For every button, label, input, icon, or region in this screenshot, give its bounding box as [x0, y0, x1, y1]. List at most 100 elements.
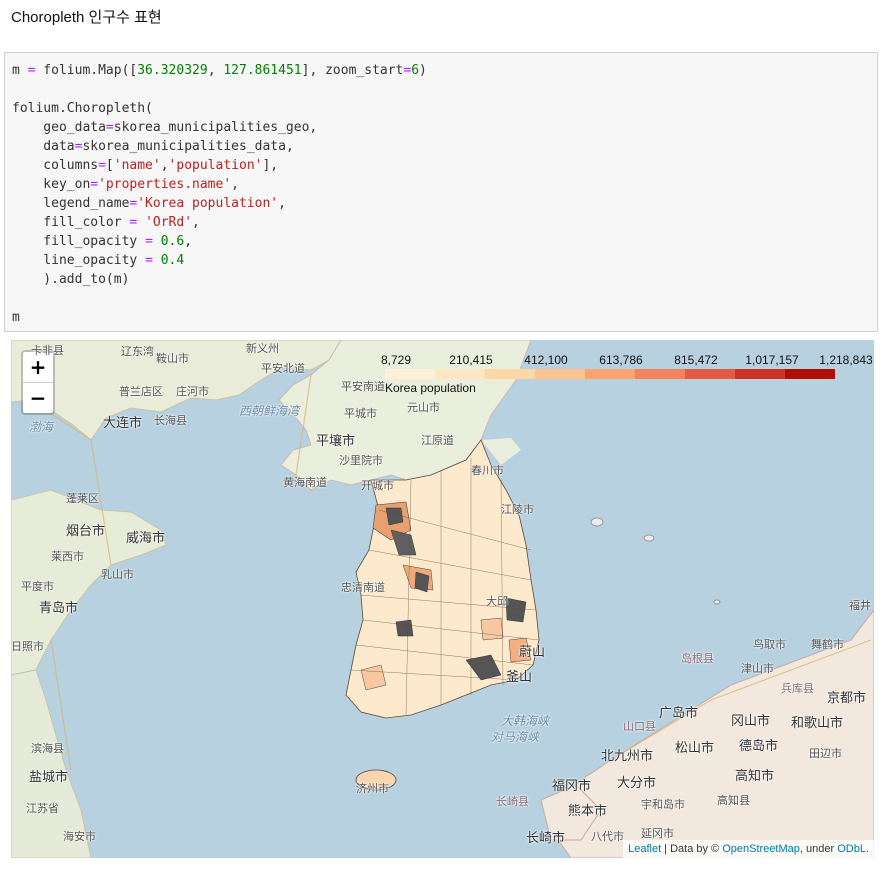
map-place-label: 釜山	[506, 669, 533, 684]
code-line: ).add_to(m)	[12, 272, 129, 287]
map-place-label: 大分市	[617, 775, 657, 790]
code-token: geo_data	[12, 120, 106, 135]
legend-swatch	[485, 369, 535, 379]
map-place-label: 大连市	[103, 415, 143, 430]
code-token: data	[12, 139, 75, 154]
legend-tick-label: 613,786	[599, 353, 643, 367]
map-place-label: 开城市	[361, 480, 394, 492]
code-token: fill_color	[12, 215, 130, 230]
code-token: =	[145, 234, 153, 249]
map-place-label: 冈山市	[731, 713, 771, 728]
odbl-link[interactable]: ODbL.	[837, 843, 869, 855]
legend-swatch	[535, 369, 585, 379]
map-place-label: 元山市	[407, 402, 440, 414]
code-line: line_opacity = 0.4	[12, 253, 184, 268]
code-token: ).add_to(m)	[12, 272, 130, 287]
map-place-label: 平城市	[344, 408, 377, 420]
code-token: 0.6	[160, 234, 185, 249]
code-line: key_on='properties.name',	[12, 177, 239, 192]
map-place-label: 鸟取市	[753, 639, 786, 651]
map-place-label: 舞鹤市	[811, 639, 844, 651]
code-token: columns	[12, 158, 99, 173]
code-line: geo_data=skorea_municipalities_geo,	[12, 120, 317, 135]
map-place-label: 滨海县	[31, 743, 64, 755]
map-place-label: 田辺市	[809, 748, 842, 760]
map-place-label: 威海市	[126, 530, 166, 545]
code-block[interactable]: m = folium.Map([36.320329, 127.861451], …	[12, 61, 427, 327]
cell-heading: Choropleth 인구수 표현	[11, 9, 162, 26]
map-place-label: 长海县	[154, 415, 187, 427]
zoom-out-button[interactable]: −	[23, 382, 53, 413]
map-place-label: 平安南道	[341, 381, 385, 393]
leaflet-link[interactable]: Leaflet	[628, 843, 661, 855]
zoom-control[interactable]: + −	[21, 350, 55, 415]
legend-title: Korea population	[385, 381, 476, 395]
code-token: =	[98, 158, 106, 173]
code-token: ],	[262, 158, 279, 173]
map-place-label: 沙里院市	[339, 455, 383, 467]
map-place-label: 日照市	[11, 641, 44, 653]
map-place-label: 盐城市	[29, 769, 69, 784]
map-place-label: 黄海南道	[283, 477, 327, 489]
attribution: Leaflet | Data by © OpenStreetMap, under…	[623, 840, 874, 858]
map-place-label: 高知市	[735, 768, 775, 783]
map-place-label: 福冈市	[552, 778, 592, 793]
osm-link[interactable]: OpenStreetMap	[722, 843, 800, 855]
code-line: folium.Choropleth(	[12, 101, 153, 116]
code-token: skorea_municipalities_geo,	[113, 120, 318, 135]
map-place-label: 对马海峡	[491, 730, 540, 744]
code-token: ,	[192, 215, 200, 230]
code-token: 6	[411, 63, 420, 78]
code-token: ,	[207, 63, 224, 78]
legend-swatch	[685, 369, 735, 379]
map-place-label: 平度市	[21, 581, 54, 593]
map-place-label: 庄河市	[176, 386, 209, 398]
legend-swatch	[735, 369, 785, 379]
map-place-label: 蔚山	[519, 644, 546, 659]
code-token: folium.Map([	[35, 63, 138, 78]
code-line: m = folium.Map([36.320329, 127.861451], …	[12, 63, 427, 78]
map-output[interactable]: + − 8,729 210,415 412,100 613,786 815,472 1,0…	[11, 340, 874, 858]
code-token: 127.861451	[223, 63, 302, 78]
legend-tick-label: 210,415	[449, 353, 493, 367]
map-place-label: 宇和岛市	[641, 799, 685, 811]
code-token: 'OrRd'	[145, 215, 193, 230]
code-token: =	[145, 253, 153, 268]
code-token: [	[105, 158, 114, 173]
map-place-label: 大韩海峡	[501, 714, 550, 728]
map-place-label: 兵库县	[781, 683, 814, 695]
map-place-label: 莱西市	[51, 551, 84, 563]
attribution-text-2: , under	[799, 843, 838, 855]
map-place-label: 京都市	[827, 690, 867, 705]
code-line: legend_name='Korea population',	[12, 196, 286, 211]
code-cell[interactable]: m = folium.Map([36.320329, 127.861451], …	[4, 52, 878, 332]
legend-swatch	[385, 369, 435, 379]
attribution-text: | Data by ©	[661, 843, 723, 855]
code-token: m	[12, 63, 28, 78]
map-place-label: 长崎市	[526, 830, 566, 845]
code-token: =	[90, 177, 99, 192]
code-token: ], zoom_start	[301, 63, 404, 78]
code-token: ,	[160, 158, 169, 173]
code-token: 'Korea population'	[137, 196, 279, 211]
map-place-label: 普兰店区	[119, 386, 163, 398]
code-token: key_on	[12, 177, 91, 192]
map-place-label: 八代市	[591, 831, 624, 843]
map-place-label: 渤海	[29, 420, 54, 434]
map-place-label: 北九州市	[601, 748, 654, 763]
legend-tick-label: 8,729	[380, 353, 412, 367]
code-token: line_opacity	[12, 253, 146, 268]
map-place-label: 熊本市	[568, 803, 608, 818]
legend-tick-label: 815,472	[674, 353, 718, 367]
legend-tick-label: 1,017,157	[745, 353, 799, 367]
map-place-label: 岛根县	[681, 653, 714, 665]
map-place-label: 山口县	[623, 721, 656, 733]
map-place-label: 青岛市	[39, 600, 79, 615]
map-place-label: 松山市	[675, 740, 715, 755]
map-place-label: 春川市	[471, 465, 504, 477]
map-place-label: 西朝鲜海湾	[239, 404, 300, 418]
map-place-label: 海安市	[63, 831, 96, 843]
map-place-label: 延冈市	[641, 828, 674, 840]
